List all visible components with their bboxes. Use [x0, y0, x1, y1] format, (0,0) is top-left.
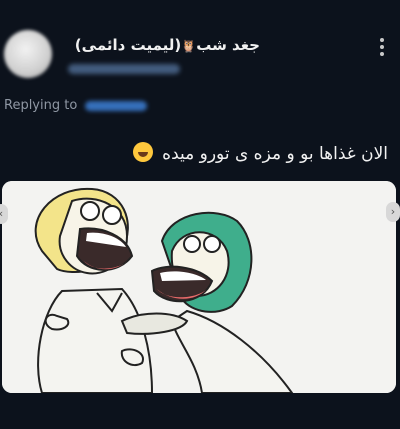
tweet-text: الان غذاها بو و مزه ی تورو میده: [162, 144, 388, 164]
replying-to-handle[interactable]: [85, 101, 147, 111]
laughing-characters-illustration: [2, 181, 396, 393]
owl-icon: 🦉: [181, 39, 197, 53]
display-name-text: جغد شب: [196, 36, 260, 54]
user-handle[interactable]: [68, 64, 180, 74]
avatar[interactable]: [4, 30, 52, 78]
replying-to-label: Replying to: [4, 98, 78, 113]
rolling-laughing-icon: [132, 142, 153, 162]
display-name-suffix: (لیمیت دائمی): [74, 36, 182, 54]
more-options-icon[interactable]: [380, 38, 384, 56]
chevron-right-icon[interactable]: ›: [386, 202, 400, 222]
tweet-image[interactable]: [2, 181, 396, 393]
display-name[interactable]: جغد شب🦉(لیمیت دائمی): [75, 36, 260, 54]
tweet-text-row: الان غذاها بو و مزه ی تورو میده: [132, 142, 388, 164]
